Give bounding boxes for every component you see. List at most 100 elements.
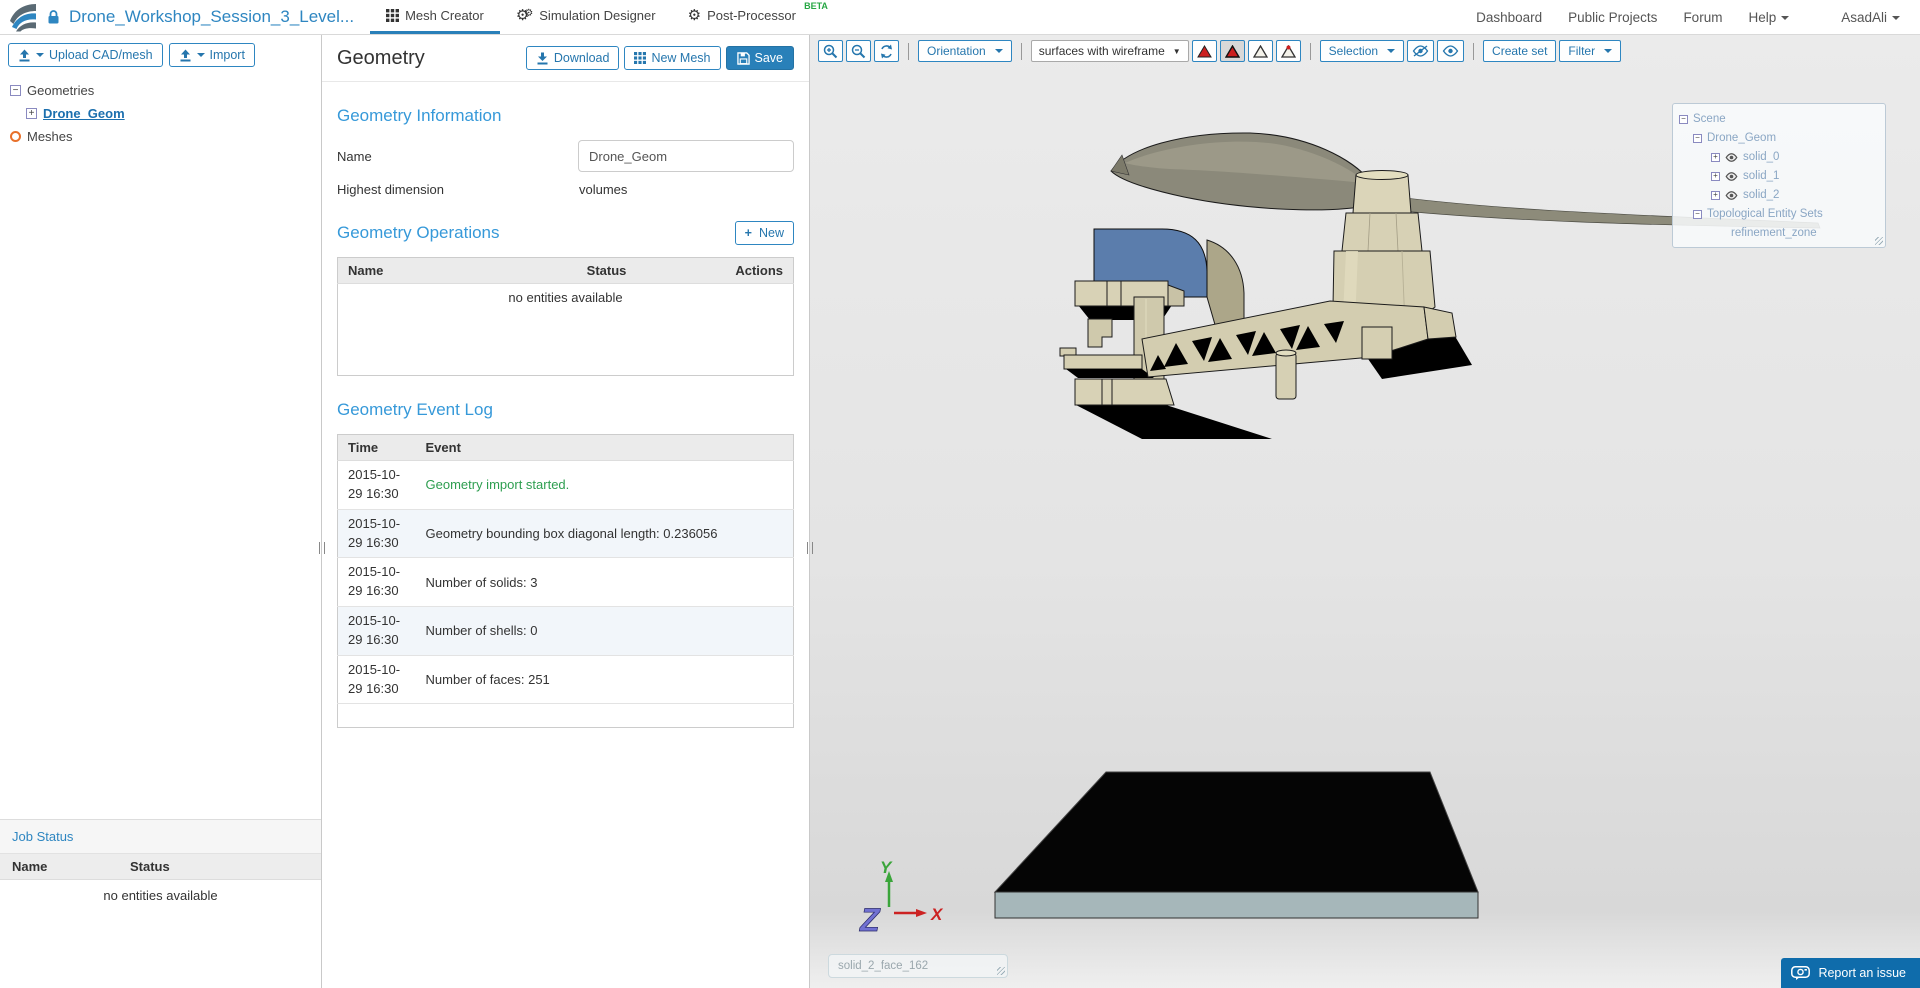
log-time: 2015-10-29 16:30 bbox=[337, 557, 416, 607]
ground-plane bbox=[993, 771, 1479, 919]
orientation-button[interactable]: Orientation bbox=[918, 40, 1012, 62]
shadow bbox=[1076, 405, 1272, 439]
zoom-in-button[interactable] bbox=[818, 40, 843, 62]
tab-label: Mesh Creator bbox=[405, 8, 484, 23]
name-label: Name bbox=[337, 148, 372, 164]
expand-icon[interactable]: + bbox=[1711, 190, 1720, 200]
tab-post-processor[interactable]: ⚙ Post-Processor BETA bbox=[672, 0, 830, 34]
scene-tree-solid-1[interactable]: + solid_1 bbox=[1679, 169, 1879, 183]
nav-link-dashboard[interactable]: Dashboard bbox=[1476, 10, 1542, 25]
hide-selected-button[interactable] bbox=[1407, 40, 1435, 62]
help-menu[interactable]: Help bbox=[1748, 10, 1790, 25]
log-row: 2015-10-29 16:30 Number of faces: 251 bbox=[337, 654, 794, 704]
collapse-icon[interactable]: − bbox=[1679, 114, 1688, 124]
filled-triangle-icon bbox=[1196, 44, 1212, 57]
upload-icon bbox=[19, 49, 30, 61]
panel-resize-grip[interactable] bbox=[1875, 237, 1883, 245]
log-event: Number of shells: 0 bbox=[415, 606, 794, 656]
render-wireframe-button[interactable] bbox=[1247, 40, 1273, 62]
render-points-button[interactable] bbox=[1275, 40, 1301, 62]
download-icon bbox=[537, 52, 548, 64]
render-mode-select[interactable]: surfaces with wireframe ▼ bbox=[1030, 40, 1189, 62]
sidebar-resize-grip[interactable] bbox=[319, 542, 325, 554]
download-button[interactable]: Download bbox=[525, 46, 620, 70]
lock-icon bbox=[48, 10, 59, 24]
scene-tree-solid-0[interactable]: + solid_0 bbox=[1679, 150, 1879, 164]
tree-item-drone-geom[interactable]: + Drone_Geom bbox=[10, 106, 321, 121]
log-time: 2015-10-29 16:30 bbox=[337, 508, 416, 558]
log-col-event: Event bbox=[415, 434, 794, 461]
navbar-left: Drone_Workshop_Session_3_Level... bbox=[0, 0, 354, 34]
page-title: Geometry bbox=[337, 46, 425, 69]
job-status-panel: Job Status Name Status no entities avail… bbox=[0, 819, 321, 988]
dimension-row: Highest dimension volumes bbox=[337, 182, 794, 197]
scene-tree-solid-2[interactable]: + solid_2 bbox=[1679, 188, 1879, 202]
zoom-out-button[interactable] bbox=[846, 40, 871, 62]
collapse-icon[interactable]: − bbox=[10, 85, 21, 96]
nav-link-forum[interactable]: Forum bbox=[1683, 10, 1722, 25]
render-surfaces-button[interactable] bbox=[1191, 40, 1217, 62]
axis-triad: Y X Z bbox=[859, 858, 944, 938]
eye-icon[interactable] bbox=[1725, 190, 1738, 200]
upload-cad-mesh-button[interactable]: Upload CAD/mesh bbox=[8, 43, 163, 67]
report-issue-button[interactable]: Report an issue bbox=[1781, 958, 1920, 988]
job-col-name: Name bbox=[12, 859, 48, 874]
scene-tree-entity-sets[interactable]: − Topological Entity Sets bbox=[1679, 207, 1879, 221]
create-set-button[interactable]: Create set bbox=[1483, 40, 1557, 62]
label-resize-grip[interactable] bbox=[997, 967, 1005, 975]
expand-icon[interactable]: + bbox=[26, 108, 37, 119]
refresh-view-button[interactable] bbox=[874, 40, 899, 62]
collapse-icon[interactable]: − bbox=[1693, 209, 1702, 219]
log-time: 2015-10-29 16:30 bbox=[337, 606, 416, 656]
caret-down-icon bbox=[1387, 49, 1396, 53]
show-selected-button[interactable] bbox=[1437, 40, 1465, 62]
project-tree: − Geometries + Drone_Geom Meshes bbox=[0, 83, 321, 144]
ops-col-status: Status bbox=[519, 257, 694, 284]
user-menu[interactable]: AsadAli bbox=[1841, 10, 1900, 25]
selection-button[interactable]: Selection bbox=[1319, 40, 1405, 62]
tree-item-meshes[interactable]: Meshes bbox=[10, 129, 321, 144]
scene-tree-geometry[interactable]: − Drone_Geom bbox=[1679, 131, 1879, 145]
main-panel-resize-grip[interactable] bbox=[807, 542, 813, 554]
tab-simulation-designer[interactable]: ⚙⚙ Simulation Designer bbox=[500, 0, 672, 34]
left-sidebar: Upload CAD/mesh Import − Geometries + Dr… bbox=[0, 35, 322, 988]
eye-icon[interactable] bbox=[1725, 171, 1738, 181]
project-title[interactable]: Drone_Workshop_Session_3_Level... bbox=[69, 7, 354, 27]
collapse-icon[interactable]: − bbox=[1693, 133, 1702, 143]
filter-button[interactable]: Filter bbox=[1559, 40, 1622, 62]
log-row-empty bbox=[337, 703, 794, 728]
toolbar-divider bbox=[1020, 42, 1022, 60]
nav-link-public-projects[interactable]: Public Projects bbox=[1568, 10, 1657, 25]
zoom-in-icon bbox=[823, 44, 838, 58]
motor-mount-block bbox=[1361, 326, 1393, 360]
geometry-name-input[interactable] bbox=[578, 140, 794, 172]
log-col-time: Time bbox=[337, 434, 416, 461]
axis-x-label: X bbox=[930, 905, 944, 924]
name-row: Name bbox=[337, 140, 794, 172]
filled-triangle-outline-icon bbox=[1224, 44, 1240, 58]
import-button[interactable]: Import bbox=[168, 43, 255, 67]
expand-icon[interactable]: + bbox=[1711, 171, 1720, 181]
job-status-header-row: Name Status bbox=[0, 854, 321, 880]
expand-icon[interactable]: + bbox=[1711, 152, 1720, 162]
save-button[interactable]: Save bbox=[725, 46, 794, 70]
app-body: Upload CAD/mesh Import − Geometries + Dr… bbox=[0, 35, 1920, 988]
tree-item-geometries[interactable]: − Geometries bbox=[10, 83, 321, 98]
scene-tree-root[interactable]: − Scene bbox=[1679, 112, 1879, 126]
viewport-3d[interactable]: Y X Z Orientation surfaces with wirefram… bbox=[810, 35, 1920, 988]
zoom-out-icon bbox=[851, 44, 866, 58]
scene-tree-refinement-zone[interactable]: refinement_zone bbox=[1679, 226, 1879, 240]
beta-badge: BETA bbox=[804, 1, 828, 11]
sidebar-buttons: Upload CAD/mesh Import bbox=[0, 35, 321, 67]
toolbar-divider bbox=[1309, 42, 1311, 60]
tab-mesh-creator[interactable]: Mesh Creator bbox=[370, 0, 500, 34]
app-logo-icon[interactable] bbox=[8, 2, 38, 32]
new-operation-button[interactable]: New bbox=[734, 221, 794, 245]
render-surfaces-wireframe-button[interactable] bbox=[1219, 40, 1245, 62]
log-row: 2015-10-29 16:30 Number of solids: 3 bbox=[337, 557, 794, 607]
geometry-event-log-heading: Geometry Event Log bbox=[337, 400, 493, 419]
geometry-information-heading: Geometry Information bbox=[337, 106, 502, 125]
new-mesh-button[interactable]: New Mesh bbox=[624, 46, 721, 70]
eye-icon[interactable] bbox=[1725, 152, 1738, 162]
propeller-blade bbox=[1110, 132, 1372, 211]
